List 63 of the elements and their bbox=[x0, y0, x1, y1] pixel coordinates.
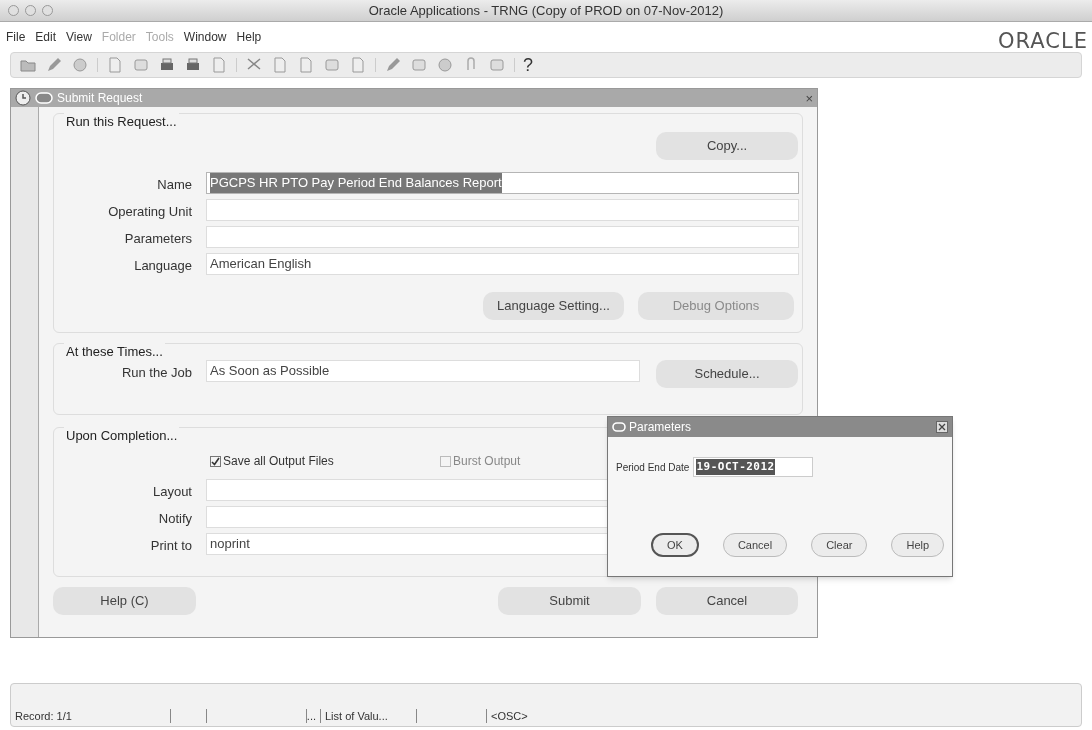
help-button[interactable]: ? bbox=[523, 56, 533, 74]
window-control-button[interactable] bbox=[8, 5, 19, 16]
field-label: Language bbox=[134, 257, 192, 275]
window-control-button[interactable] bbox=[42, 5, 53, 16]
group-title: Run this Request... bbox=[64, 112, 179, 132]
box-icon[interactable] bbox=[132, 56, 150, 74]
menu-item[interactable]: File bbox=[6, 28, 26, 46]
dialog-title: Parameters bbox=[629, 419, 692, 436]
button[interactable]: Submit bbox=[498, 587, 641, 615]
pencil-icon[interactable] bbox=[384, 56, 402, 74]
document-icon[interactable] bbox=[297, 56, 315, 74]
clock-icon[interactable] bbox=[15, 90, 31, 106]
status-text: <OSC> bbox=[491, 708, 528, 724]
checkbox-label: Burst Output bbox=[453, 453, 521, 470]
input-field[interactable] bbox=[206, 226, 799, 248]
button[interactable]: Cancel bbox=[722, 533, 788, 557]
button[interactable]: Language Setting... bbox=[483, 292, 624, 320]
field-label: Notify bbox=[158, 510, 192, 528]
box-icon[interactable] bbox=[410, 56, 428, 74]
pencil-icon[interactable] bbox=[45, 56, 63, 74]
button[interactable]: Help (C) bbox=[53, 587, 196, 615]
button[interactable]: Help bbox=[891, 533, 945, 557]
window-title: Submit Request bbox=[57, 90, 143, 107]
field-label: Parameters bbox=[124, 230, 192, 248]
document-icon[interactable] bbox=[210, 56, 228, 74]
document-icon[interactable] bbox=[349, 56, 367, 74]
input-field[interactable]: As Soon as Possible bbox=[206, 360, 640, 382]
close-button[interactable]: × bbox=[805, 89, 813, 109]
status-text: Record: 1/1 bbox=[15, 708, 72, 724]
button[interactable]: Clear bbox=[811, 533, 868, 557]
status-text: ... bbox=[306, 708, 316, 724]
input-field[interactable]: PGCPS HR PTO Pay Period End Balances Report bbox=[206, 172, 799, 194]
status-text: List of Valu... bbox=[325, 708, 388, 724]
window-menu-icon[interactable] bbox=[612, 422, 626, 432]
input-field[interactable]: American English bbox=[206, 253, 799, 275]
field-label: Operating Unit bbox=[108, 203, 192, 221]
window-title: Oracle Applications - TRNG (Copy of PROD on 07-Nov-2012) bbox=[368, 1, 724, 20]
date-field[interactable]: 19-OCT-2012 bbox=[693, 457, 814, 477]
menu-item[interactable]: Help bbox=[236, 28, 262, 46]
window-menu-icon[interactable] bbox=[35, 92, 53, 104]
document-icon[interactable] bbox=[271, 56, 289, 74]
group-title: Upon Completion... bbox=[64, 426, 180, 446]
oracle-logo: ORACLE bbox=[998, 28, 1088, 55]
field-label: Print to bbox=[150, 537, 192, 555]
box-icon[interactable] bbox=[323, 56, 341, 74]
field-label: Name bbox=[157, 176, 192, 194]
button[interactable]: Cancel bbox=[656, 587, 798, 615]
menu-item[interactable]: Window bbox=[183, 28, 227, 46]
button[interactable]: Schedule... bbox=[656, 360, 798, 388]
button[interactable]: Copy... bbox=[656, 132, 798, 160]
document-icon[interactable] bbox=[106, 56, 124, 74]
field-label: Run the Job bbox=[121, 364, 192, 382]
menu-item[interactable]: Edit bbox=[35, 28, 57, 46]
field-label: Layout bbox=[152, 483, 192, 501]
box-icon[interactable] bbox=[488, 56, 506, 74]
checkbox-label: Save all Output Files bbox=[223, 453, 334, 470]
window-control-button[interactable] bbox=[25, 5, 36, 16]
input-field[interactable] bbox=[206, 199, 799, 221]
button[interactable]: OK bbox=[651, 533, 699, 557]
field-label: Period End Date bbox=[616, 460, 690, 475]
close-icon[interactable] bbox=[936, 421, 948, 433]
menu-item[interactable]: View bbox=[66, 28, 92, 46]
checkbox[interactable] bbox=[210, 455, 221, 467]
